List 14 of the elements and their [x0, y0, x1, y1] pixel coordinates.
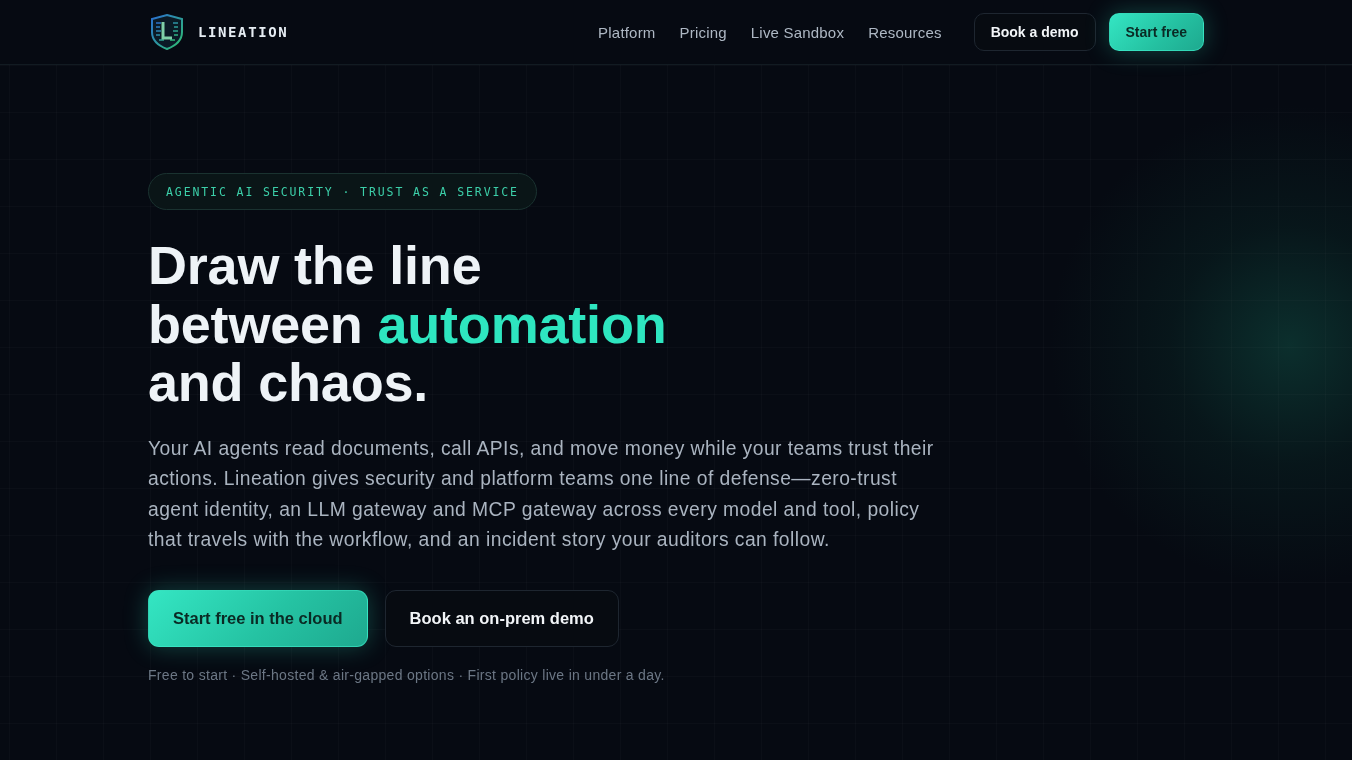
tagline-badge: AGENTIC AI SECURITY · TRUST AS A SERVICE [148, 173, 537, 210]
shield-logo-icon [150, 14, 184, 50]
hero-footnote: Free to start · Self-hosted & air-gapped options · First policy live in under a day. [148, 666, 665, 683]
nav-link[interactable]: Platform [598, 23, 656, 41]
nav-link[interactable]: Live Sandbox [750, 23, 845, 41]
nav-link[interactable]: Pricing [679, 23, 727, 41]
start-free-cloud-button[interactable]: Start free in the cloud [148, 589, 368, 647]
book-demo-button[interactable]: Book an on-prem demo [384, 589, 619, 647]
brand-name: LINEATION [198, 24, 289, 40]
hero-headline: Draw the line between automation and chaos. [148, 236, 667, 412]
nav-link[interactable]: Resources [868, 23, 942, 41]
start-free-button[interactable]: Start free [1108, 13, 1204, 51]
hero-description: Your AI agents read documents, call APIs, and move money while your teams trust their actions. Lineation gives security and platform teams one line of defense—zero-trust agent identity, an LLM gateway and MCP gateway across every model and tool, policy that travels with the workflow, and an incident story your auditors can follow. [148, 436, 934, 552]
book-demo-button[interactable]: Book a demo [973, 13, 1096, 51]
